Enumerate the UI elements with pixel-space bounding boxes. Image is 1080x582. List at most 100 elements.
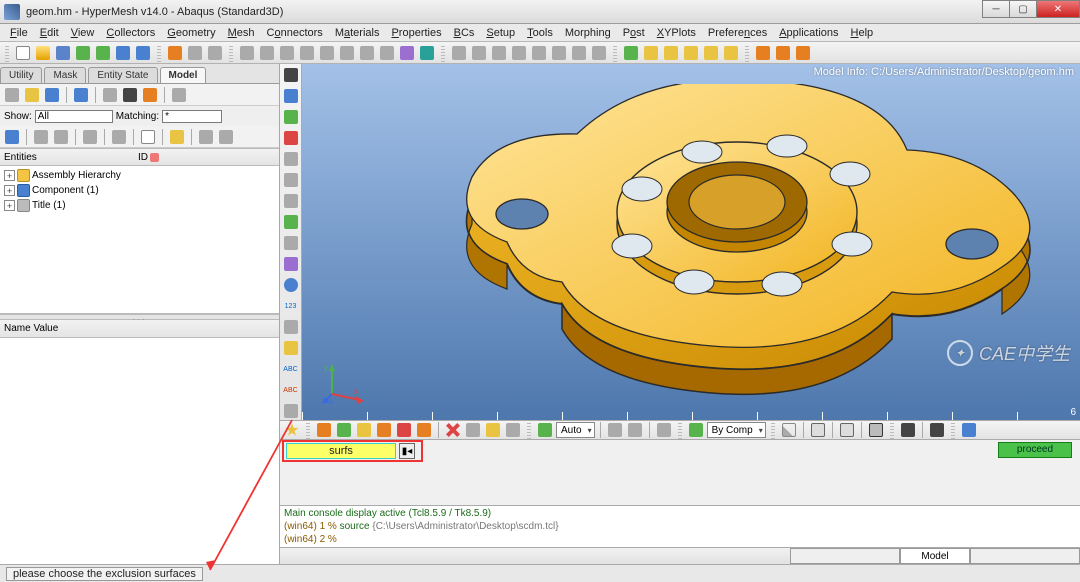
dmS1[interactable]: [899, 421, 917, 439]
arrow-ud-icon[interactable]: [550, 44, 568, 62]
surfs-reset-button[interactable]: ▮◂: [399, 443, 415, 459]
vb6[interactable]: [282, 171, 300, 189]
vb8[interactable]: [282, 213, 300, 231]
vb5[interactable]: [282, 150, 300, 168]
dm-monitor-icon[interactable]: [960, 421, 978, 439]
dmS2[interactable]: [928, 421, 946, 439]
filter3-button[interactable]: [43, 86, 61, 104]
dmW1[interactable]: [780, 421, 798, 439]
dm8[interactable]: [484, 421, 502, 439]
entity-tree[interactable]: + Assembly Hierarchy + Component (1) + T…: [0, 166, 279, 314]
mt4[interactable]: [81, 128, 99, 146]
tab-model[interactable]: Model: [160, 67, 207, 83]
dm-bycomp-icon[interactable]: [687, 421, 705, 439]
filter4-button[interactable]: [72, 86, 90, 104]
bottom-tab-blank[interactable]: [970, 548, 1080, 564]
vb3[interactable]: [282, 108, 300, 126]
tab-mask[interactable]: Mask: [44, 67, 86, 83]
menu-edit[interactable]: Edit: [34, 27, 65, 39]
dm1[interactable]: [315, 421, 333, 439]
user-profile-button[interactable]: [166, 44, 184, 62]
dm4[interactable]: [375, 421, 393, 439]
dmW3[interactable]: [838, 421, 856, 439]
view-front-button[interactable]: [258, 44, 276, 62]
import-button[interactable]: [74, 44, 92, 62]
eye-icon[interactable]: [197, 128, 215, 146]
menu-mesh[interactable]: Mesh: [222, 27, 261, 39]
dmB[interactable]: [626, 421, 644, 439]
filter6-button[interactable]: [121, 86, 139, 104]
dm-auto-select[interactable]: Auto: [556, 422, 595, 438]
view-right-button[interactable]: [318, 44, 336, 62]
menu-applications[interactable]: Applications: [773, 27, 844, 39]
component-button[interactable]: [114, 44, 132, 62]
spin-button[interactable]: [570, 44, 588, 62]
minimize-button[interactable]: ─: [982, 0, 1010, 18]
card5-button[interactable]: [722, 44, 740, 62]
vb1[interactable]: [282, 66, 300, 84]
maximize-button[interactable]: ▢: [1009, 0, 1037, 18]
vb-abc[interactable]: ABC: [282, 360, 300, 378]
eye2-icon[interactable]: [217, 128, 235, 146]
dm-bycomp-select[interactable]: By Comp: [707, 422, 766, 438]
load-button[interactable]: [622, 44, 640, 62]
vb9[interactable]: [282, 234, 300, 252]
view-top-button[interactable]: [338, 44, 356, 62]
menu-post[interactable]: Post: [617, 27, 651, 39]
card2-button[interactable]: [662, 44, 680, 62]
card3-button[interactable]: [682, 44, 700, 62]
vb11[interactable]: [282, 318, 300, 336]
menu-xyplots[interactable]: XYPlots: [651, 27, 702, 39]
tree-component[interactable]: + Component (1): [4, 183, 275, 198]
menu-file[interactable]: File: [4, 27, 34, 39]
menu-connectors[interactable]: Connectors: [261, 27, 329, 39]
zoom-button[interactable]: [238, 44, 256, 62]
viewport-3d[interactable]: Model Info: C:/Users/Administrator/Deskt…: [302, 64, 1080, 420]
vb-abc2[interactable]: ABC: [282, 381, 300, 399]
view-rev-button[interactable]: [398, 44, 416, 62]
menu-geometry[interactable]: Geometry: [161, 27, 221, 39]
tree-title[interactable]: + Title (1): [4, 198, 275, 213]
cursor-icon[interactable]: [139, 128, 157, 146]
pan-button[interactable]: [510, 44, 528, 62]
view-left-button[interactable]: [298, 44, 316, 62]
dmW4[interactable]: [867, 421, 885, 439]
redo-button[interactable]: [206, 44, 224, 62]
filter5-button[interactable]: [101, 86, 119, 104]
close-button[interactable]: ✕: [1036, 0, 1080, 18]
proceed-button[interactable]: proceed: [998, 442, 1072, 458]
menu-view[interactable]: View: [65, 27, 101, 39]
tcl-console[interactable]: Main console display active (Tcl8.5.9 / …: [280, 505, 1080, 547]
vb7[interactable]: [282, 192, 300, 210]
dm-auto-icon[interactable]: [536, 421, 554, 439]
vb4[interactable]: [282, 129, 300, 147]
sigma3-button[interactable]: [794, 44, 812, 62]
filter7-button[interactable]: [141, 86, 159, 104]
dm9[interactable]: [504, 421, 522, 439]
mt3[interactable]: [52, 128, 70, 146]
view-iso-button[interactable]: [378, 44, 396, 62]
sigma2-button[interactable]: [774, 44, 792, 62]
dm2[interactable]: [335, 421, 353, 439]
view-back-button[interactable]: [278, 44, 296, 62]
sigma1-button[interactable]: [754, 44, 772, 62]
tab-utility[interactable]: Utility: [0, 67, 42, 83]
menu-morphing[interactable]: Morphing: [559, 27, 617, 39]
surfs-selector[interactable]: surfs: [286, 443, 396, 459]
dm5[interactable]: [395, 421, 413, 439]
dmA[interactable]: [606, 421, 624, 439]
dm6[interactable]: [415, 421, 433, 439]
mt2[interactable]: [32, 128, 50, 146]
card1-button[interactable]: [642, 44, 660, 62]
rotate-button[interactable]: [450, 44, 468, 62]
save-button[interactable]: [54, 44, 72, 62]
menu-bcs[interactable]: BCs: [448, 27, 481, 39]
dm-delete[interactable]: [444, 421, 462, 439]
view-fit-button[interactable]: [418, 44, 436, 62]
menu-help[interactable]: Help: [845, 27, 880, 39]
open-button[interactable]: [34, 44, 52, 62]
tree-assembly[interactable]: + Assembly Hierarchy: [4, 168, 275, 183]
vb-info-icon[interactable]: [282, 276, 300, 294]
menu-collectors[interactable]: Collectors: [100, 27, 161, 39]
menu-preferences[interactable]: Preferences: [702, 27, 773, 39]
